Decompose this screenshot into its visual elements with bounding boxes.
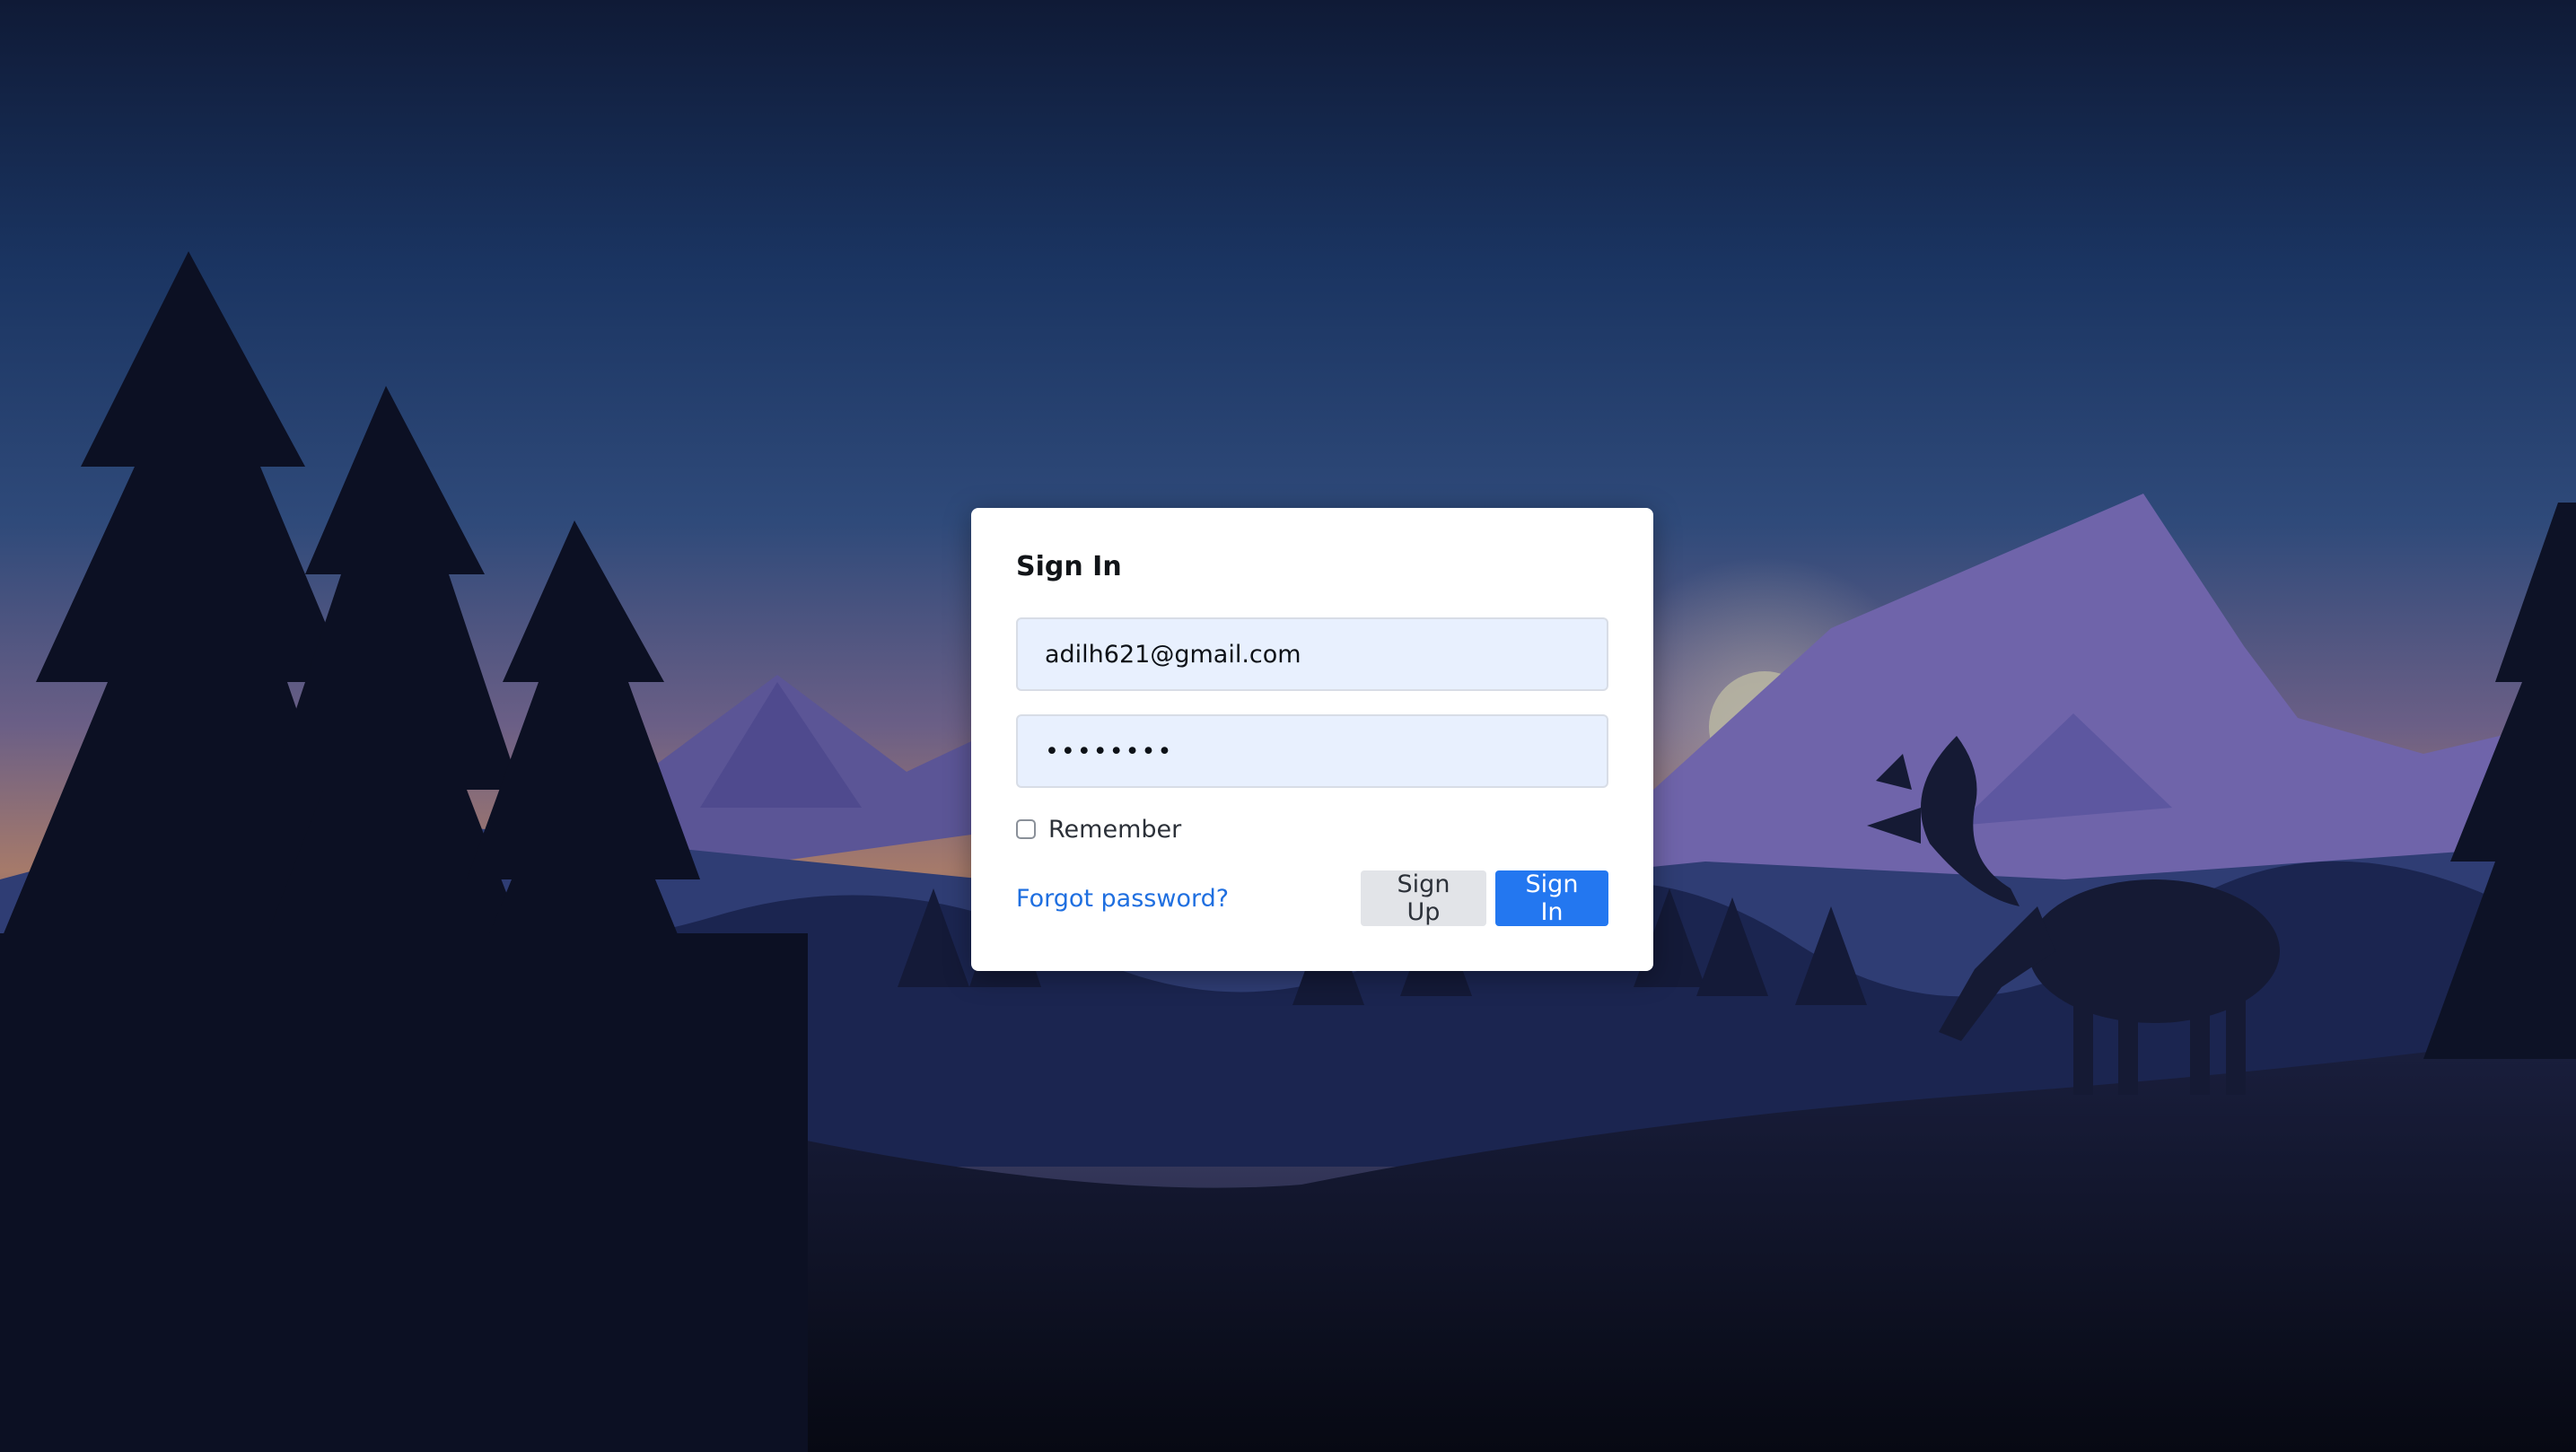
form-actions: Forgot password? Sign Up Sign In <box>1016 870 1608 926</box>
remember-option[interactable]: Remember <box>1016 813 1181 845</box>
sign-in-card: Sign In Remember Forgot password? Sign U… <box>971 508 1653 971</box>
sign-in-button[interactable]: Sign In <box>1495 870 1608 926</box>
action-buttons: Sign Up Sign In <box>1361 870 1608 926</box>
sign-up-button[interactable]: Sign Up <box>1361 870 1486 926</box>
password-input[interactable] <box>1016 714 1608 788</box>
login-page: Sign In Remember Forgot password? Sign U… <box>0 0 2576 1452</box>
sign-in-title: Sign In <box>1016 551 1122 582</box>
remember-checkbox[interactable] <box>1016 819 1036 839</box>
email-input[interactable] <box>1016 617 1608 691</box>
forgot-password-link[interactable]: Forgot password? <box>1016 885 1229 913</box>
remember-label: Remember <box>1048 815 1182 844</box>
